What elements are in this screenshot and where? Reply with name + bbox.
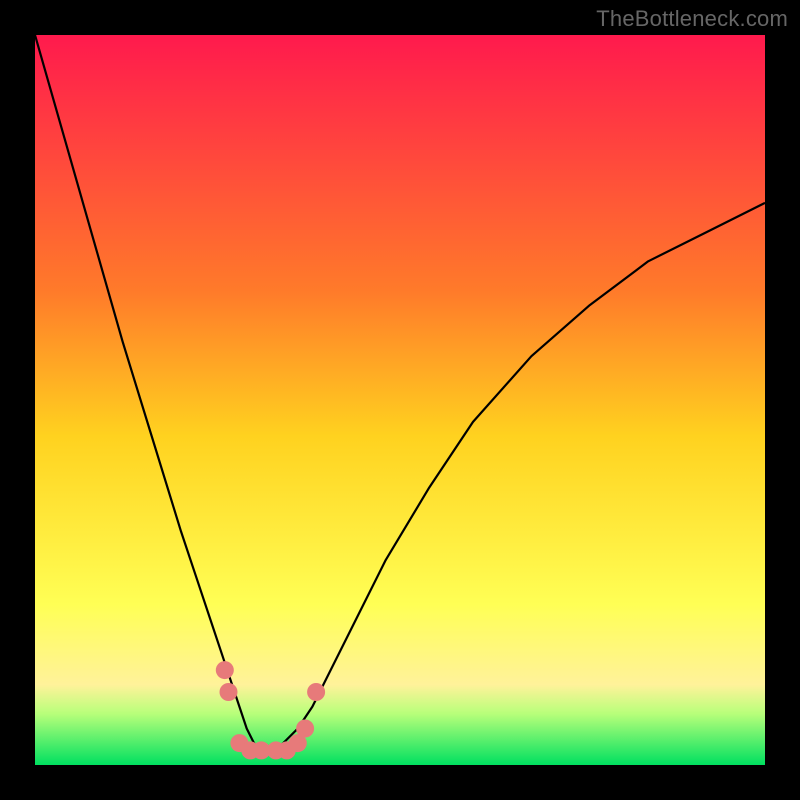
data-marker	[307, 683, 325, 701]
watermark-text: TheBottleneck.com	[596, 6, 788, 32]
gradient-background	[35, 35, 765, 765]
plot-area	[35, 35, 765, 765]
chart-frame: TheBottleneck.com	[0, 0, 800, 800]
data-marker	[296, 720, 314, 738]
data-marker	[216, 661, 234, 679]
data-marker	[220, 683, 238, 701]
chart-svg	[35, 35, 765, 765]
